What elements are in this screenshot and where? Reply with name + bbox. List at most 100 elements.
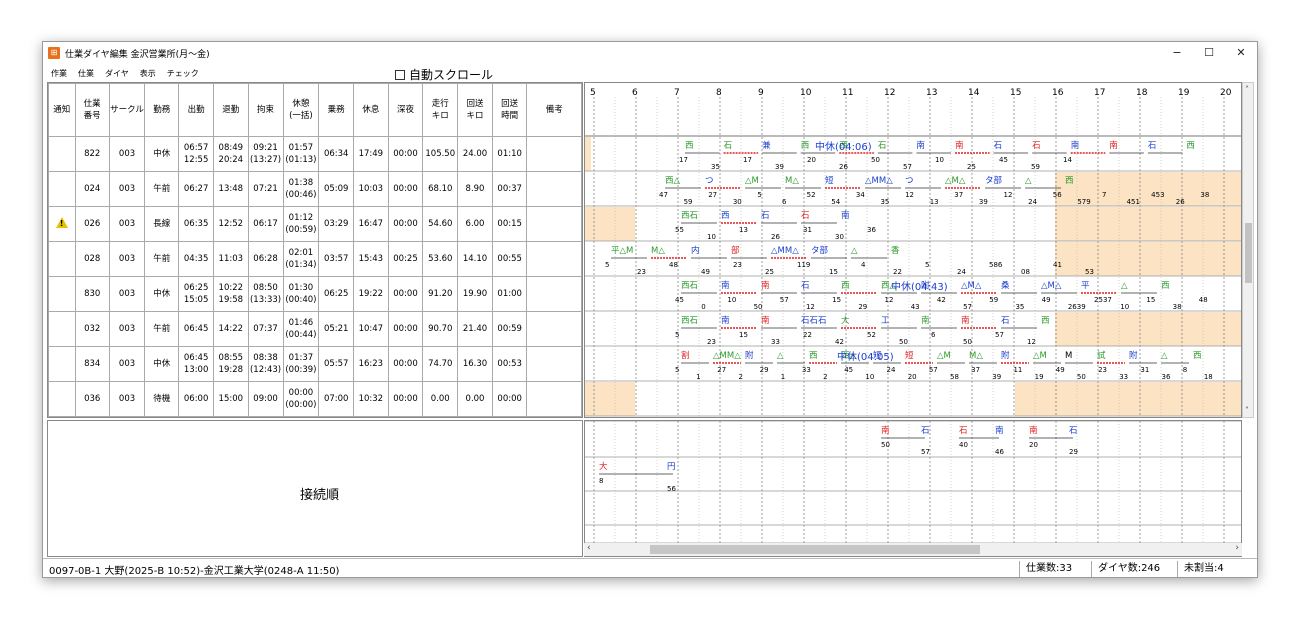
cell-duty[interactable]: 中休 xyxy=(144,346,180,382)
trip-station-label[interactable]: 南 xyxy=(721,315,730,326)
cell-repose[interactable]: 16:47 xyxy=(353,206,389,242)
menu-sagyo[interactable]: 作業 xyxy=(51,68,67,79)
cell-dtime[interactable]: 00:37 xyxy=(491,171,528,207)
cell-ride[interactable]: 05:57 xyxy=(318,346,355,382)
cell-duty[interactable]: 午前 xyxy=(144,171,180,207)
scroll-up-icon[interactable]: ˄ xyxy=(1245,85,1249,94)
cell-dkm[interactable]: 24.00 xyxy=(457,136,493,172)
trip-station-label[interactable]: 南 xyxy=(761,315,770,326)
cell-bind[interactable]: 08:38 (12:43) xyxy=(247,346,284,382)
cell-duty[interactable]: 中休 xyxy=(144,136,180,172)
connection-station-label[interactable]: 大 xyxy=(599,461,608,472)
timeline-pane[interactable]: 5 6 7 8 9 10 11 12 13 14 15 16 17 18 19 20 西石兼西西石南南石石南南石… xyxy=(584,82,1242,418)
column-header-in[interactable]: 出勤 xyxy=(178,83,214,137)
trip-station-label[interactable]: △ xyxy=(851,246,858,256)
cell-bind[interactable]: 06:17 xyxy=(247,206,284,242)
cell-km[interactable]: 105.50 xyxy=(422,136,459,172)
cell-rest[interactable]: 01:30 (00:40) xyxy=(282,276,320,312)
cell-dkm[interactable]: 6.00 xyxy=(457,206,493,242)
cell-rest[interactable]: 01:46 (00:44) xyxy=(282,311,320,347)
cell-repose[interactable]: 16:23 xyxy=(353,346,389,382)
column-header-note[interactable]: 備考 xyxy=(526,83,582,137)
cell-circle[interactable]: 003 xyxy=(108,311,146,347)
trip-station-label[interactable]: 西 xyxy=(841,281,850,291)
cell-in[interactable]: 04:35 xyxy=(178,241,214,277)
cell-night[interactable]: 00:25 xyxy=(387,241,424,277)
column-header-km[interactable]: 走行 キロ xyxy=(422,83,459,137)
trip-station-label[interactable]: 西 xyxy=(801,141,810,151)
trip-station-label[interactable]: 試 xyxy=(1097,350,1106,361)
autoscroll-checkbox[interactable] xyxy=(395,69,405,80)
trip-station-label[interactable]: 石石石 xyxy=(801,316,827,326)
cell-circle[interactable]: 003 xyxy=(108,206,146,242)
trip-station-label[interactable]: 南 xyxy=(761,280,770,291)
trip-station-label[interactable]: 石 xyxy=(761,211,770,221)
trip-station-label[interactable]: M xyxy=(1065,351,1072,361)
menu-check[interactable]: チェック xyxy=(167,68,199,79)
cell-in[interactable]: 06:57 12:55 xyxy=(178,136,214,172)
trip-station-label[interactable]: 平 xyxy=(1081,281,1090,291)
trip-station-label[interactable]: 附 xyxy=(1001,350,1010,361)
column-header-rest[interactable]: 休憩 (一括) xyxy=(282,83,320,137)
cell-notice[interactable] xyxy=(48,276,76,312)
cell-out[interactable]: 13:48 xyxy=(212,171,249,207)
trip-station-label[interactable]: 西石 xyxy=(681,281,698,291)
maximize-button[interactable]: ☐ xyxy=(1193,42,1225,64)
cell-duty[interactable]: 午前 xyxy=(144,311,180,347)
cell-out[interactable]: 12:52 xyxy=(212,206,249,242)
cell-out[interactable]: 11:03 xyxy=(212,241,249,277)
minimize-button[interactable]: − xyxy=(1161,42,1193,64)
cell-out[interactable]: 08:49 20:24 xyxy=(212,136,249,172)
trip-station-label[interactable]: △M△ xyxy=(961,281,982,291)
connection-station-label[interactable]: 南 xyxy=(995,425,1004,436)
trip-station-label[interactable]: 石 xyxy=(1001,316,1010,326)
connection-station-label[interactable]: 南 xyxy=(1029,425,1038,436)
trip-station-label[interactable]: 西 xyxy=(1161,281,1170,291)
cell-no[interactable]: 830 xyxy=(74,276,110,312)
trip-station-label[interactable]: 石 xyxy=(1148,141,1157,151)
cell-in[interactable]: 06:00 xyxy=(178,381,214,417)
trip-station-label[interactable]: 割 xyxy=(681,350,690,361)
cell-no[interactable]: 822 xyxy=(74,136,110,172)
cell-km[interactable]: 0.00 xyxy=(422,381,459,417)
trip-station-label[interactable]: 西 xyxy=(721,211,730,221)
cell-repose[interactable]: 17:49 xyxy=(353,136,389,172)
trip-station-label[interactable]: 南 xyxy=(955,140,964,151)
trip-station-label[interactable]: 短 xyxy=(905,350,914,361)
trip-station-label[interactable]: タ部 xyxy=(811,245,829,256)
cell-rest[interactable]: 01:57 (01:13) xyxy=(282,136,320,172)
cell-rest[interactable]: 01:12 (00:59) xyxy=(282,206,320,242)
trip-station-label[interactable]: タ部 xyxy=(985,175,1003,186)
cell-night[interactable]: 00:00 xyxy=(387,171,424,207)
connection-station-label[interactable]: 円 xyxy=(667,462,676,472)
trip-station-label[interactable]: 南 xyxy=(916,140,925,151)
trip-station-label[interactable]: 石 xyxy=(801,281,810,291)
cell-dtime[interactable]: 00:15 xyxy=(491,206,528,242)
cell-ride[interactable]: 03:57 xyxy=(318,241,355,277)
menu-view[interactable]: 表示 xyxy=(140,68,156,79)
table-row[interactable]: 026003長線06:3512:5206:1701:12(00:59)03:29… xyxy=(48,206,582,242)
cell-in[interactable]: 06:25 15:05 xyxy=(178,276,214,312)
cell-repose[interactable]: 15:43 xyxy=(353,241,389,277)
column-header-ride[interactable]: 乗務 xyxy=(318,83,355,137)
cell-rest[interactable]: 00:00 (00:00) xyxy=(282,381,320,417)
cell-bind[interactable]: 07:21 xyxy=(247,171,284,207)
cell-duty[interactable]: 長線 xyxy=(144,206,180,242)
trip-station-label[interactable]: 南 xyxy=(1071,140,1080,151)
cell-dkm[interactable]: 21.40 xyxy=(457,311,493,347)
column-header-repose[interactable]: 休息 xyxy=(353,83,389,137)
cell-note[interactable] xyxy=(526,241,582,277)
cell-circle[interactable]: 003 xyxy=(108,171,146,207)
cell-ride[interactable]: 07:00 xyxy=(318,381,355,417)
vertical-scroll-thumb[interactable] xyxy=(1245,223,1252,283)
column-header-notice[interactable]: 通知 xyxy=(48,83,76,137)
cell-night[interactable]: 00:00 xyxy=(387,346,424,382)
connection-chart[interactable]: 南 石 石 南 南 石大 円 50 57 40 46 20 29 8 56 xyxy=(585,421,1242,557)
trip-station-label[interactable]: 附 xyxy=(745,350,754,361)
cell-bind[interactable]: 09:00 xyxy=(247,381,284,417)
cell-circle[interactable]: 003 xyxy=(108,241,146,277)
trip-station-label[interactable]: 南 xyxy=(961,315,970,326)
column-header-duty[interactable]: 勤務 xyxy=(144,83,180,137)
trip-station-label[interactable]: 西 xyxy=(809,351,818,361)
cell-duty[interactable]: 中休 xyxy=(144,276,180,312)
